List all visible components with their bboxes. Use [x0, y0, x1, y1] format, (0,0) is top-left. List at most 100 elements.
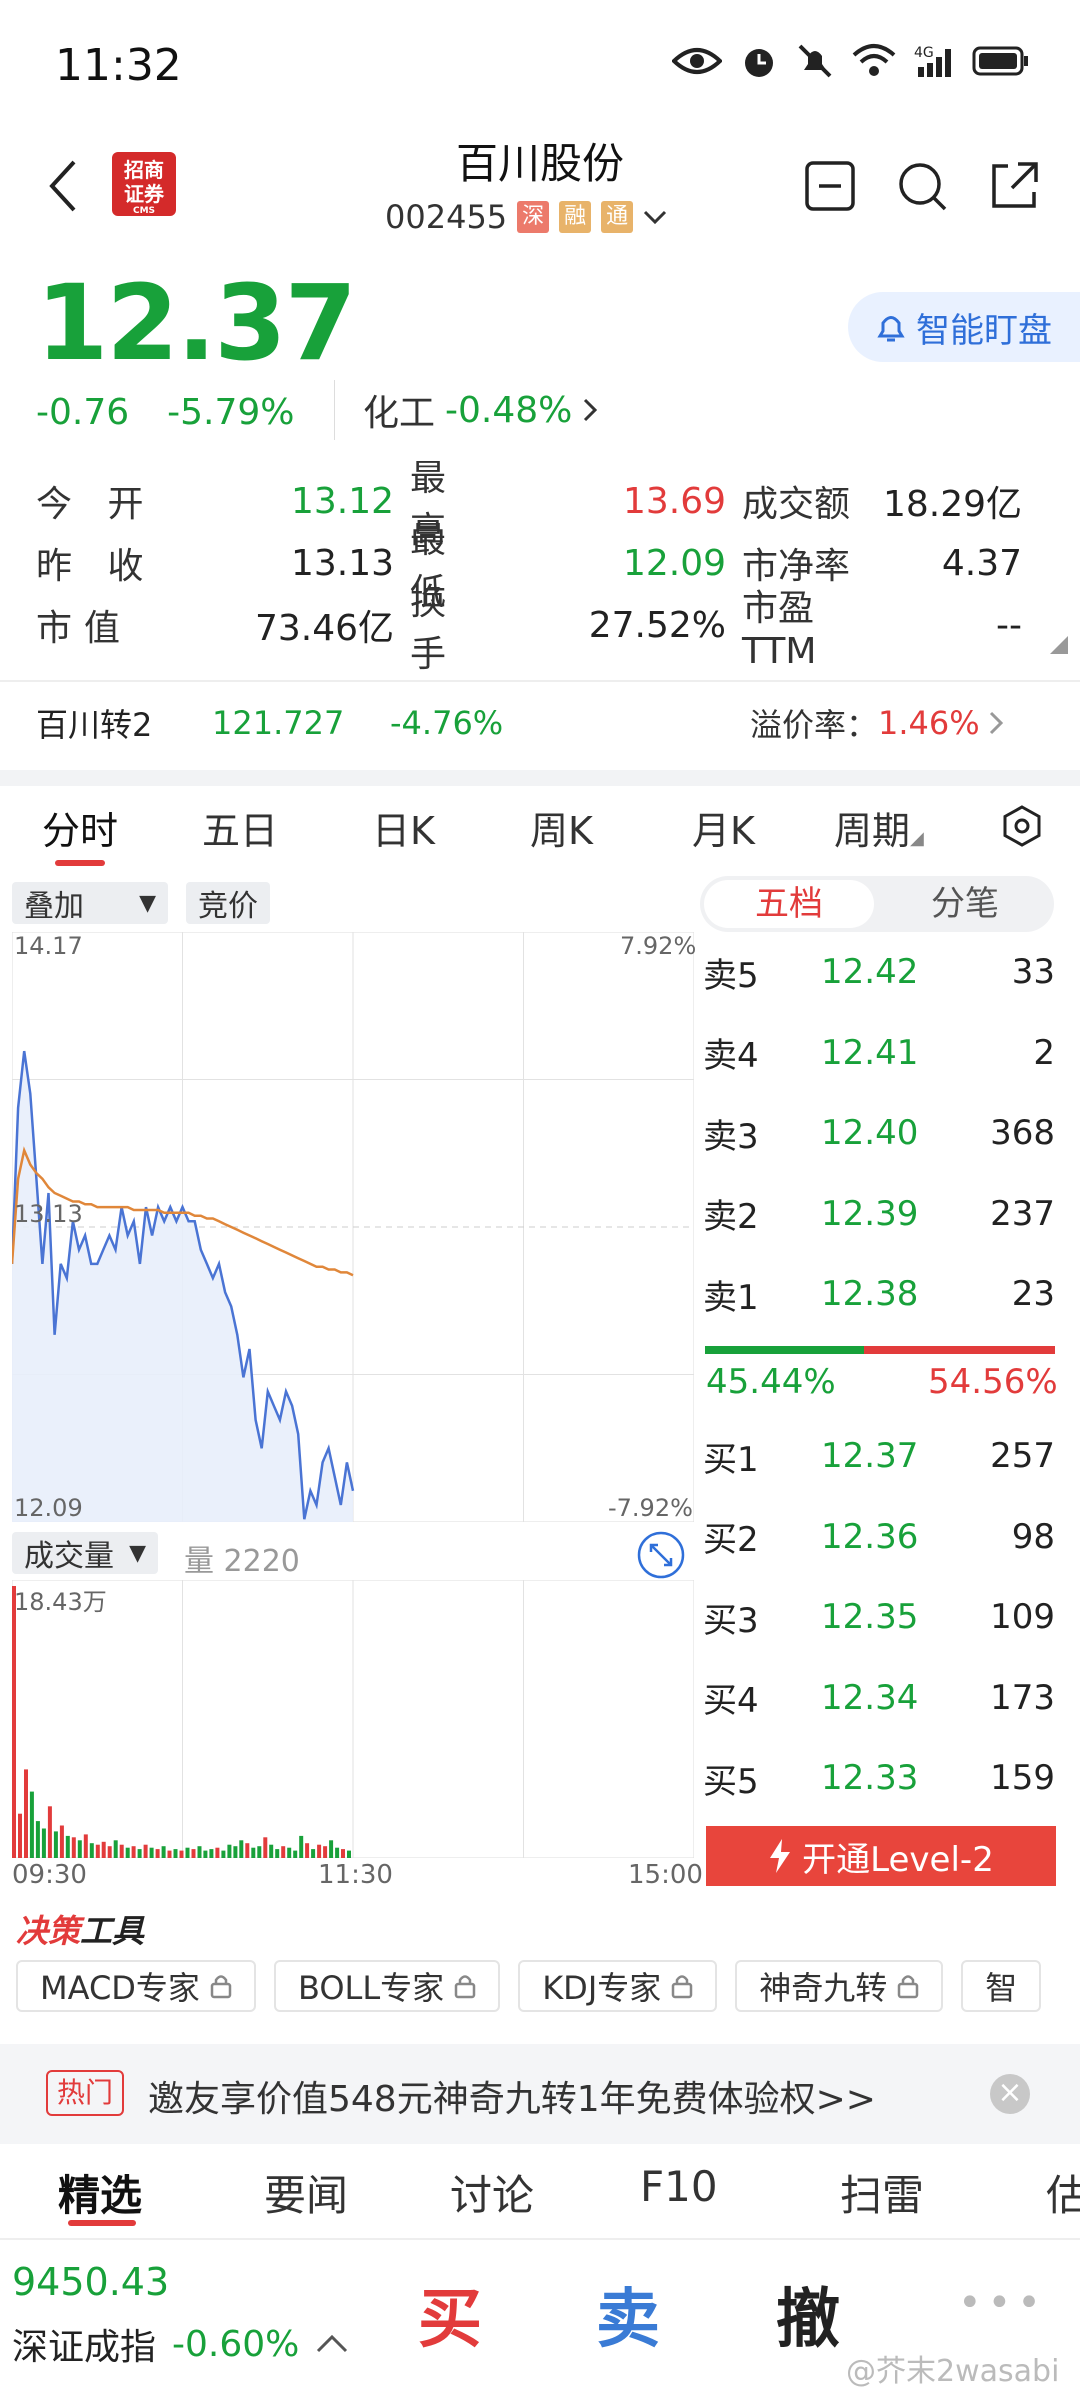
- tab-five-levels[interactable]: 五档: [704, 880, 874, 928]
- back-arrow-icon[interactable]: [48, 158, 78, 214]
- tab-valuation[interactable]: 估: [1046, 2162, 1080, 2223]
- level2-button[interactable]: 开通Level-2: [706, 1826, 1056, 1886]
- tag-shen: 深: [517, 201, 550, 233]
- settings-hexagon-icon[interactable]: [1000, 804, 1044, 848]
- tab-underline: [55, 860, 105, 866]
- fullscreen-icon[interactable]: [636, 1530, 686, 1580]
- minus-square-icon[interactable]: [804, 160, 856, 212]
- tab-intraday[interactable]: 分时: [42, 800, 118, 855]
- svg-text:4G: 4G: [914, 45, 934, 61]
- tab-daily-k[interactable]: 日K: [372, 800, 435, 855]
- buy-ratio: 45.44%: [706, 1362, 836, 1402]
- tool-chip[interactable]: BOLL专家: [273, 1960, 501, 2012]
- tab-f10[interactable]: F10: [640, 2162, 718, 2211]
- volume-bar: [29, 1791, 34, 1858]
- level-label: 买1: [703, 1439, 759, 1480]
- stock-code-row[interactable]: 002455 深 融 通: [385, 198, 667, 236]
- tab-ticks[interactable]: 分笔: [880, 876, 1050, 932]
- bell-icon: [877, 316, 905, 342]
- volume-bar: [203, 1850, 208, 1858]
- volume-bar: [287, 1847, 292, 1858]
- orderbook-level[interactable]: 买5 12.33 159: [703, 1738, 1055, 1819]
- stats-row: 市值 73.46亿换 手 27.52% 市盈TTM --: [36, 582, 1046, 675]
- index-value: 9450.43: [12, 2260, 170, 2304]
- level-price: 12.39: [821, 1193, 919, 1234]
- status-icons: 4G: [672, 42, 1030, 80]
- tab-monthly-k[interactable]: 月K: [692, 800, 755, 855]
- buy-button[interactable]: 买: [418, 2268, 482, 2360]
- volume-chart[interactable]: [12, 1580, 694, 1858]
- chevron-down-icon[interactable]: [643, 209, 667, 225]
- stat-value: 27.52%: [588, 604, 726, 646]
- close-icon[interactable]: ×: [990, 2074, 1030, 2114]
- volume-bar: [113, 1840, 118, 1858]
- price-change: -0.76 -5.79%: [36, 392, 295, 433]
- expand-corner-icon[interactable]: [1050, 636, 1068, 654]
- volume-bar: [335, 1847, 340, 1858]
- volume-bar: [239, 1840, 244, 1858]
- search-icon[interactable]: [896, 160, 948, 212]
- tool-chip[interactable]: MACD专家: [16, 1960, 256, 2012]
- volume-bar: [161, 1846, 166, 1858]
- volume-bar: [131, 1846, 136, 1858]
- index-row[interactable]: 深证成指 -0.60%: [12, 2318, 349, 2370]
- tool-chip[interactable]: 智: [961, 1960, 1042, 2012]
- volume-bar: [293, 1850, 298, 1858]
- time-start: 09:30: [12, 1860, 87, 1890]
- bid-levels: 买1 12.37 257 买2 12.36 98 买3 12.35 109 买4 12.34 173 买…: [703, 1416, 1055, 1819]
- alarm-icon: [745, 49, 773, 77]
- volume-bar: [269, 1844, 274, 1858]
- tab-risk-scan[interactable]: 扫雷: [840, 2162, 924, 2223]
- promo-text[interactable]: 邀友享价值548元神奇九转1年免费体验权>>: [148, 2070, 876, 2122]
- volume-dropdown[interactable]: 成交量 ▼: [12, 1532, 158, 1574]
- tab-discussion[interactable]: 讨论: [450, 2162, 534, 2223]
- orderbook-level[interactable]: 买2 12.36 98: [703, 1497, 1055, 1578]
- overlay-dropdown[interactable]: 叠加 ▼: [12, 882, 168, 924]
- level-price: 12.42: [821, 952, 919, 993]
- tool-chip[interactable]: KDJ专家: [518, 1960, 718, 2012]
- orderbook-level[interactable]: 卖3 12.40 368: [703, 1093, 1055, 1174]
- orderbook-level[interactable]: 卖5 12.42 33: [703, 932, 1055, 1013]
- volume-bar: [347, 1850, 351, 1858]
- volume-max: 18.43万: [14, 1588, 107, 1616]
- intraday-chart[interactable]: [12, 932, 694, 1522]
- share-icon[interactable]: [988, 160, 1040, 212]
- volume-bar: [119, 1844, 124, 1858]
- bond-price: 121.727: [212, 704, 345, 742]
- volume-bar: [191, 1849, 196, 1858]
- tab-five-day[interactable]: 五日: [202, 800, 278, 855]
- volume-bar: [71, 1837, 76, 1858]
- smart-watch-button[interactable]: 智能盯盘: [848, 292, 1080, 362]
- tab-news[interactable]: 要闻: [264, 2162, 348, 2223]
- sector-link[interactable]: 化工 -0.48%: [334, 380, 598, 440]
- orderbook-level[interactable]: 买3 12.35 109: [703, 1577, 1055, 1658]
- stat-value: 18.29亿: [882, 484, 1022, 525]
- orderbook-level[interactable]: 卖1 12.38 23: [703, 1254, 1055, 1335]
- more-icon[interactable]: •••: [958, 2280, 1047, 2326]
- orderbook-level[interactable]: 卖2 12.39 237: [703, 1174, 1055, 1255]
- auction-button[interactable]: 竞价: [186, 882, 270, 924]
- cancel-order-button[interactable]: 撤: [776, 2268, 840, 2360]
- stat-label: 今 开: [36, 484, 156, 525]
- sell-button[interactable]: 卖: [596, 2268, 660, 2360]
- orderbook-level[interactable]: 卖4 12.41 2: [703, 1013, 1055, 1094]
- chevron-right-icon: [584, 398, 598, 422]
- volume-bar: [323, 1846, 328, 1858]
- buy-sell-ratio-bar: [705, 1346, 1055, 1354]
- tab-featured[interactable]: 精选: [58, 2162, 142, 2223]
- level-volume: 2: [1033, 1032, 1055, 1073]
- tag-rong: 融: [559, 201, 592, 233]
- tab-weekly-k[interactable]: 周K: [530, 800, 593, 855]
- tab-period[interactable]: 周期◢: [834, 800, 924, 855]
- status-time: 11:32: [55, 40, 182, 91]
- stat-value: --: [996, 604, 1022, 646]
- convertible-bond-row[interactable]: 百川转2 121.727 -4.76% 溢价率： 1.46%: [36, 700, 1046, 746]
- stat-value: 13.69: [622, 480, 726, 522]
- orderbook-level[interactable]: 买4 12.34 173: [703, 1658, 1055, 1739]
- orderbook-level[interactable]: 买1 12.37 257: [703, 1416, 1055, 1497]
- tools-title-b: 工具: [80, 1912, 145, 1950]
- level-volume: 368: [990, 1113, 1055, 1154]
- chevron-right-icon: [989, 711, 1004, 735]
- volume-bar: [53, 1831, 58, 1858]
- tool-chip[interactable]: 神奇九转: [735, 1960, 944, 2012]
